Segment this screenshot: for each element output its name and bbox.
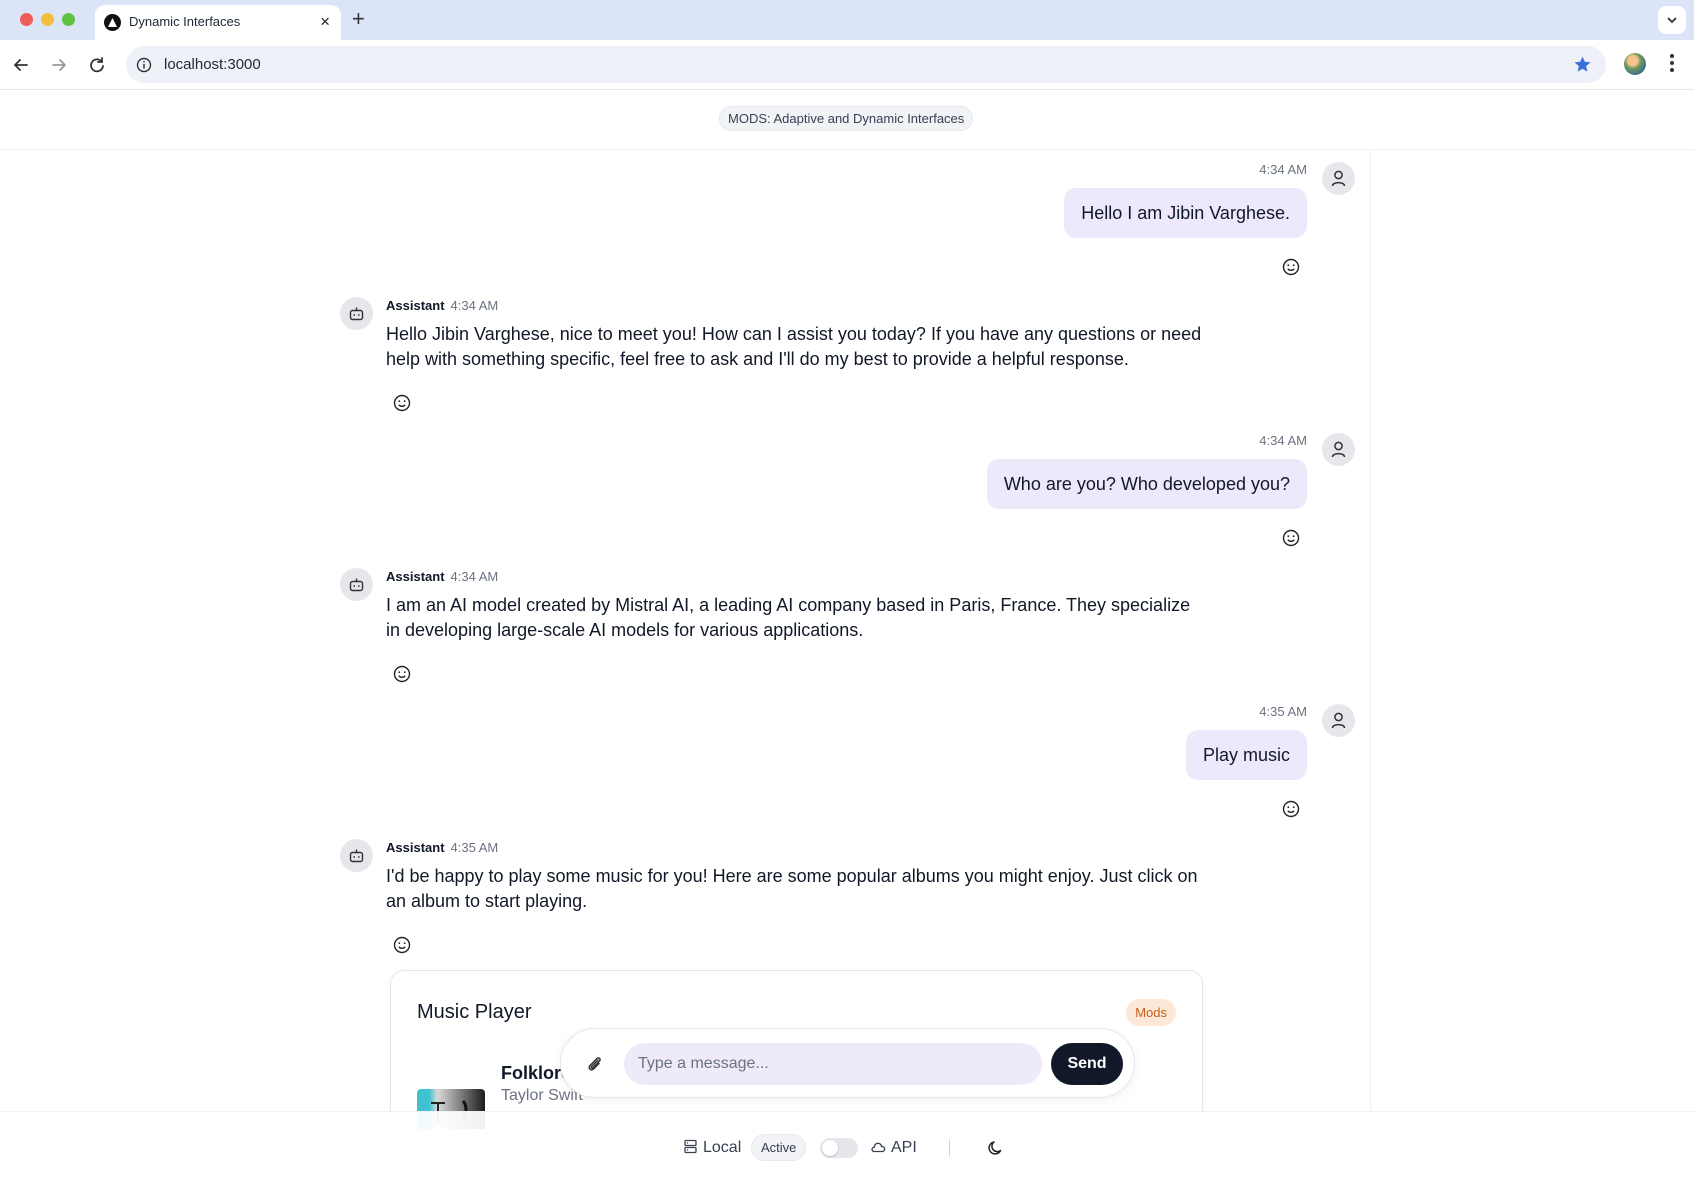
- album-artist: Taylor Swift: [501, 1087, 583, 1104]
- message-time: 4:34 AM: [450, 569, 499, 584]
- mods-badge: Mods: [1126, 999, 1176, 1026]
- assistant-avatar: [340, 297, 373, 330]
- tab-search-button[interactable]: [1658, 6, 1686, 34]
- message-time: 4:35 AM: [1259, 704, 1307, 719]
- smiley-reaction-icon[interactable]: [393, 936, 411, 954]
- url-text: localhost:3000: [164, 56, 261, 73]
- browser-menu-icon[interactable]: [1664, 52, 1680, 76]
- message-time: 4:35 AM: [450, 840, 499, 855]
- moon-theme-icon[interactable]: [985, 1137, 1007, 1159]
- user-message-bubble: Who are you? Who developed you?: [986, 459, 1307, 509]
- user-avatar: [1322, 433, 1355, 466]
- local-mode-label[interactable]: Local: [683, 1139, 741, 1157]
- assistant-message-meta: Assistant 4:35 AM: [386, 840, 498, 855]
- tab-title: Dynamic Interfaces: [129, 14, 241, 29]
- browser-tab-active[interactable]: Dynamic Interfaces ×: [95, 5, 341, 40]
- smiley-reaction-icon[interactable]: [393, 665, 411, 683]
- user-icon: [1331, 170, 1346, 187]
- assistant-message-text: I am an AI model created by Mistral AI, …: [386, 595, 1191, 640]
- assistant-name: Assistant: [386, 298, 445, 313]
- api-label-text: API: [891, 1139, 917, 1156]
- app-title-badge: MODS: Adaptive and Dynamic Interfaces: [719, 106, 974, 131]
- local-label-text: Local: [703, 1139, 742, 1156]
- user-icon: [1331, 712, 1346, 729]
- close-tab-icon[interactable]: ×: [320, 12, 330, 32]
- robot-icon: [349, 307, 364, 321]
- browser-toolbar: localhost:3000: [0, 40, 1694, 90]
- footer-divider: [949, 1139, 950, 1157]
- site-info-icon[interactable]: [136, 57, 152, 73]
- profile-avatar[interactable]: [1624, 53, 1646, 75]
- database-icon: [684, 1139, 697, 1154]
- chat-column-divider: [1370, 150, 1371, 1110]
- robot-icon: [349, 578, 364, 592]
- cloud-icon: [871, 1142, 886, 1153]
- message-time: 4:34 AM: [1259, 433, 1307, 448]
- smiley-reaction-icon[interactable]: [1282, 800, 1300, 818]
- local-api-toggle[interactable]: [820, 1138, 858, 1158]
- assistant-avatar: [340, 568, 373, 601]
- assistant-message-text: Hello Jibin Varghese, nice to meet you! …: [386, 324, 1202, 369]
- message-input[interactable]: [624, 1043, 1042, 1085]
- user-avatar: [1322, 162, 1355, 195]
- music-player-title: Music Player: [417, 1001, 532, 1023]
- user-message-bubble: Play music: [1185, 730, 1307, 780]
- smiley-reaction-icon[interactable]: [1282, 258, 1300, 276]
- maximize-window-button[interactable]: [62, 13, 75, 26]
- address-bar[interactable]: localhost:3000: [126, 46, 1606, 83]
- app-header: MODS: Adaptive and Dynamic Interfaces: [0, 90, 1694, 150]
- assistant-message-meta: Assistant 4:34 AM: [386, 298, 498, 313]
- user-message-bubble: Hello I am Jibin Varghese.: [1064, 188, 1307, 238]
- assistant-name: Assistant: [386, 840, 445, 855]
- assistant-message-text: I'd be happy to play some music for you!…: [386, 866, 1198, 911]
- send-button[interactable]: Send: [1051, 1043, 1123, 1085]
- assistant-avatar: [340, 839, 373, 872]
- close-window-button[interactable]: [20, 13, 33, 26]
- smiley-reaction-icon[interactable]: [393, 394, 411, 412]
- paperclip-icon[interactable]: [585, 1054, 603, 1074]
- browser-tabstrip: Dynamic Interfaces × +: [0, 0, 1694, 40]
- message-time: 4:34 AM: [1259, 162, 1307, 177]
- smiley-reaction-icon[interactable]: [1282, 529, 1300, 547]
- back-arrow-icon[interactable]: [10, 54, 32, 76]
- message-composer: Send: [560, 1028, 1135, 1098]
- user-avatar: [1322, 704, 1355, 737]
- new-tab-icon[interactable]: +: [352, 7, 365, 31]
- bookmark-star-icon[interactable]: [1573, 55, 1592, 74]
- minimize-window-button[interactable]: [41, 13, 54, 26]
- assistant-name: Assistant: [386, 569, 445, 584]
- active-status-badge: Active: [751, 1134, 807, 1161]
- user-icon: [1331, 441, 1346, 458]
- toggle-knob: [822, 1140, 838, 1156]
- forward-arrow-icon[interactable]: [48, 54, 70, 76]
- message-time: 4:34 AM: [450, 298, 499, 313]
- footer-bar: Local Active API: [0, 1111, 1694, 1181]
- triangle-favicon-icon: [104, 14, 121, 31]
- reload-icon[interactable]: [86, 54, 108, 76]
- robot-icon: [349, 849, 364, 863]
- api-mode-label[interactable]: API: [870, 1139, 917, 1157]
- assistant-message-meta: Assistant 4:34 AM: [386, 569, 498, 584]
